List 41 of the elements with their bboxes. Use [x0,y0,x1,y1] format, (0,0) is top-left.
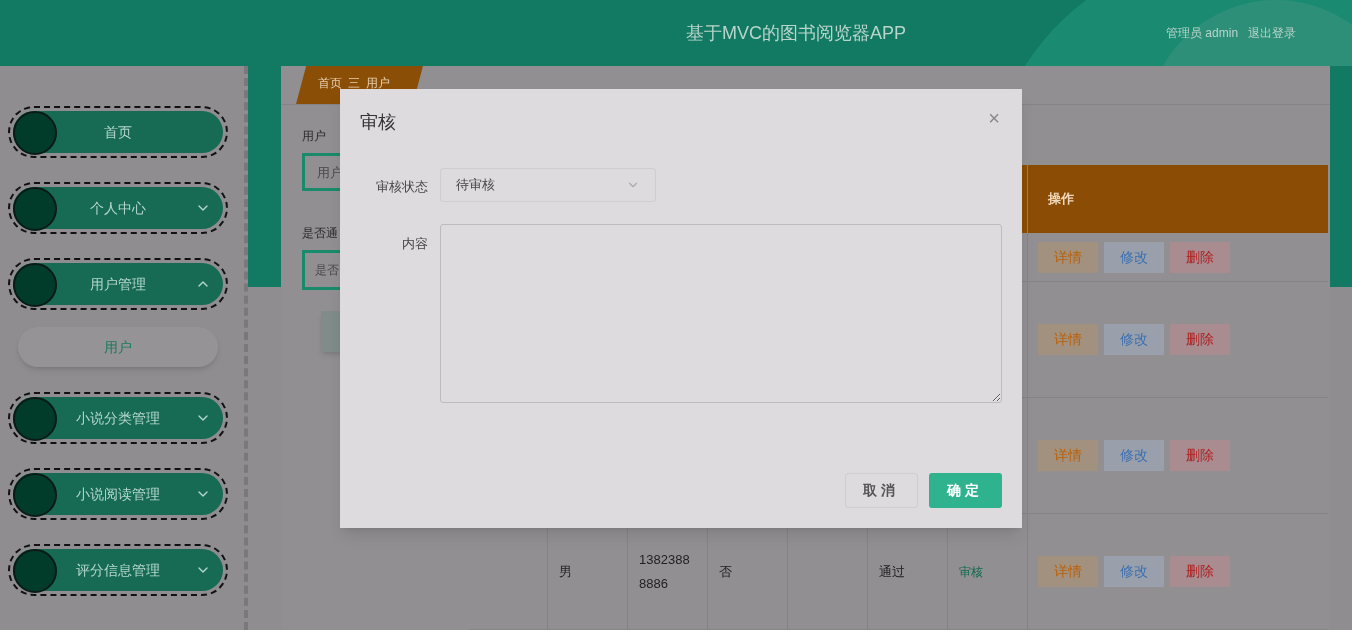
delete-button[interactable]: 删除 [1170,556,1230,587]
edit-button[interactable]: 修改 [1104,324,1164,355]
app-title: 基于MVC的图书阅览器APP [686,21,907,45]
sidebar-menu-item[interactable]: 小说阅读管理 [13,473,223,515]
table-cell-text: 否 [719,562,732,581]
detail-button[interactable]: 详情 [1038,241,1098,273]
confirm-button[interactable]: 确定 [929,473,1002,508]
admin-label: 管理员 admin [1166,25,1239,42]
delete-button[interactable]: 删除 [1170,241,1230,273]
detail-button[interactable]: 详情 [1038,324,1098,355]
sidebar-menu-item[interactable]: 用户管理 [13,263,223,305]
breadcrumb-link[interactable]: 首页 [318,77,342,90]
select-field[interactable]: 待审核 [440,168,656,202]
content-textarea[interactable] [440,224,1002,403]
field-label: 内容 [401,235,428,253]
cancel-button[interactable]: 取消 [845,473,918,508]
close-button[interactable]: × [988,107,1000,128]
field-label: 审核状态 [375,178,428,196]
column-header: 操作 [1048,190,1074,209]
table-cell-text: 通过 [879,562,905,581]
delete-button[interactable]: 删除 [1170,324,1230,355]
logout-link[interactable]: 退出登录 [1248,24,1297,42]
dialog-title: 审核 [360,111,396,134]
filter-label: 用户 [302,128,326,145]
detail-button[interactable]: 详情 [1038,440,1098,471]
filter-label: 是否通 [302,225,338,242]
sidebar-menu-item[interactable]: 个人中心 [13,187,223,229]
sidebar-menu-item[interactable]: 评分信息管理 [13,549,223,591]
edit-button[interactable]: 修改 [1104,440,1164,471]
edit-button[interactable]: 修改 [1104,556,1164,587]
detail-button[interactable]: 详情 [1038,556,1098,587]
table-cell-text: 男 [559,562,572,581]
sidebar-menu-item[interactable]: 首页 [13,111,223,153]
sidebar-submenu-item[interactable]: 用户 [18,327,218,367]
breadcrumb-separator: 三 [348,77,360,90]
audit-link[interactable]: 审核 [959,562,983,581]
breadcrumb-current: 用户 [366,77,390,90]
table-cell-text: 13823888886 [639,550,691,593]
sidebar-menu-item[interactable]: 小说分类管理 [13,397,223,439]
delete-button[interactable]: 删除 [1170,440,1230,471]
edit-button[interactable]: 修改 [1104,241,1164,273]
